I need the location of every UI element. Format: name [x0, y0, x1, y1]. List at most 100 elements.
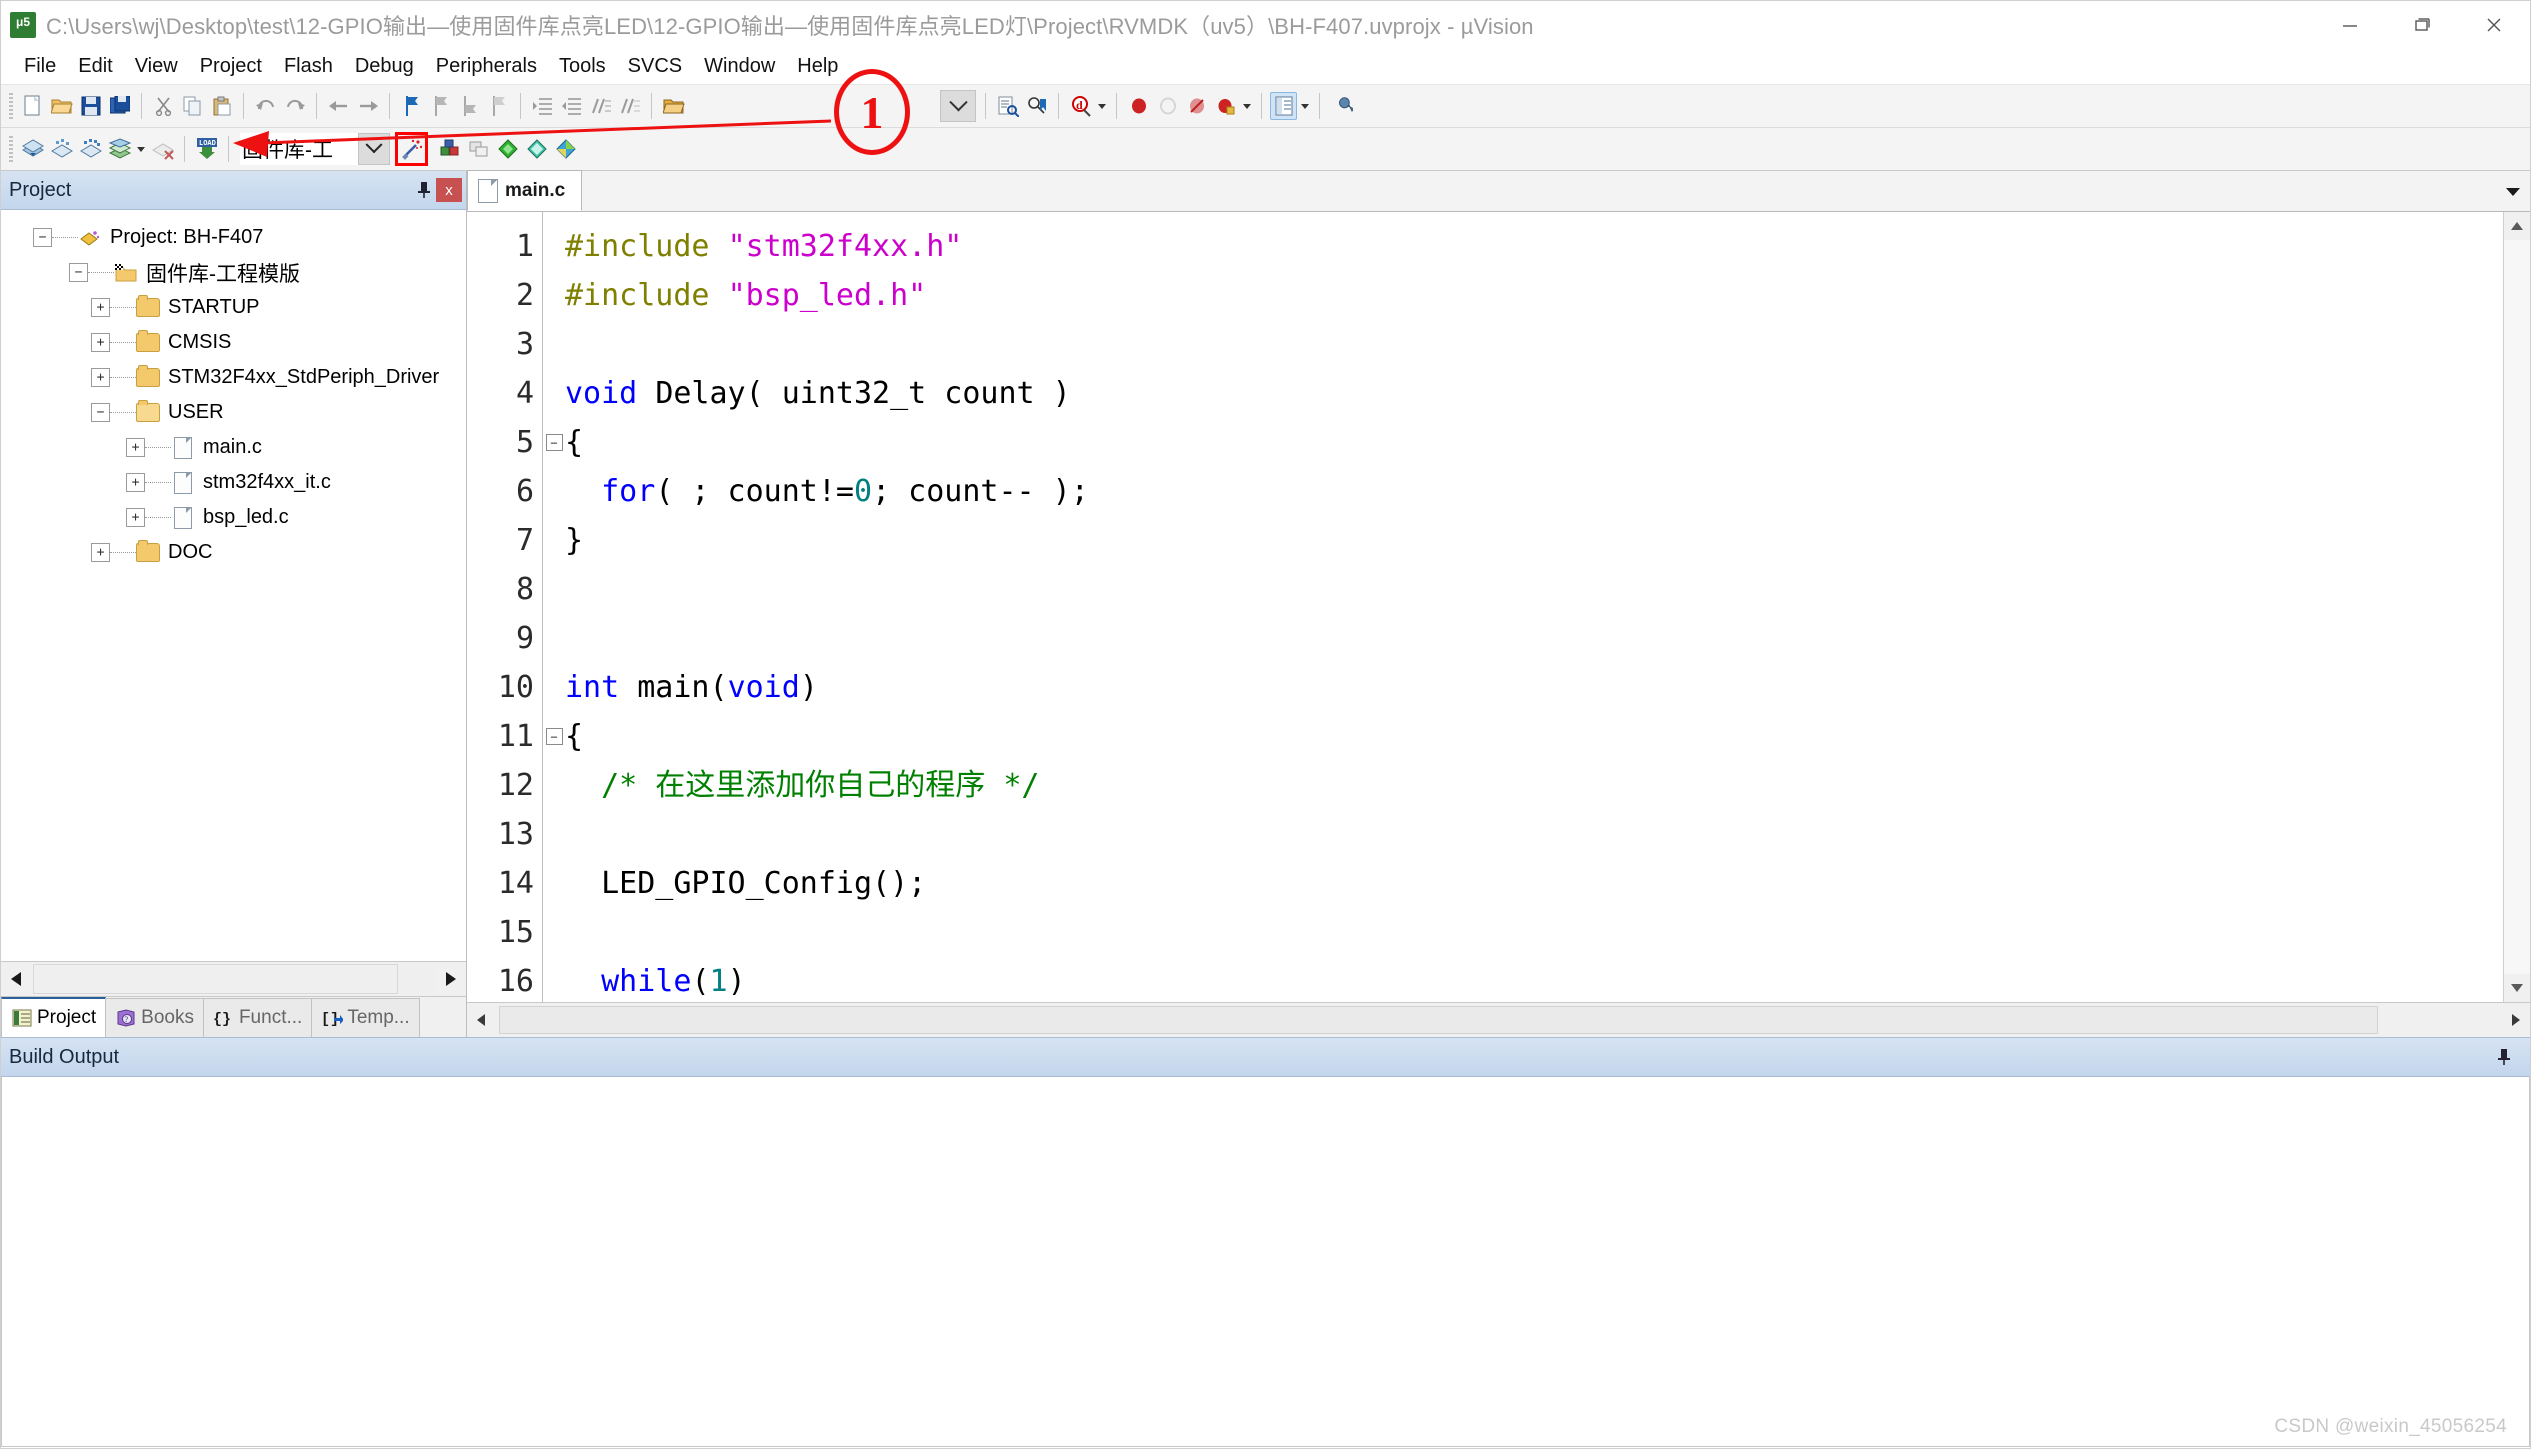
wrench-icon[interactable] [1328, 92, 1355, 120]
folder-open-icon[interactable] [660, 92, 687, 120]
tab-functions[interactable]: {} Funct... [202, 998, 313, 1037]
fold-toggle[interactable]: − [543, 712, 565, 761]
tab-templates[interactable]: [] Temp... [311, 998, 420, 1037]
window-layout-dropdown-icon[interactable] [1298, 92, 1312, 120]
code-line[interactable]: } [565, 516, 2503, 565]
menu-debug[interactable]: Debug [344, 53, 425, 80]
code-line[interactable]: while(1) [565, 957, 2503, 1002]
fold-minus-icon[interactable]: − [545, 434, 563, 451]
outdent-icon[interactable] [558, 92, 585, 120]
comment-icon[interactable] [587, 92, 614, 120]
code-line[interactable]: void Delay( uint32_t count ) [565, 369, 2503, 418]
uncomment-icon[interactable] [616, 92, 643, 120]
build-output-panel[interactable]: CSDN @weixin_45056254 [1, 1077, 2530, 1447]
menu-tools[interactable]: Tools [548, 53, 617, 80]
insert-bookmark-icon[interactable] [1023, 92, 1050, 120]
copy-icon[interactable] [179, 92, 206, 120]
scroll-right-icon[interactable] [434, 963, 466, 995]
code-line[interactable]: { [565, 418, 2503, 467]
tree-item-cmsis[interactable]: + CMSIS [1, 325, 466, 360]
menu-view[interactable]: View [124, 53, 189, 80]
code-text[interactable]: #include "stm32f4xx.h" #include "bsp_led.… [565, 212, 2503, 1002]
menu-flash[interactable]: Flash [273, 53, 344, 80]
scroll-up-icon[interactable] [2504, 212, 2530, 240]
expander-icon[interactable]: + [91, 368, 110, 387]
bookmark-flag-icon[interactable] [398, 92, 425, 120]
tree-item-main-c[interactable]: + main.c [1, 430, 466, 465]
breakpoint-dropdown-icon[interactable] [1240, 92, 1254, 120]
code-scroll-region[interactable]: 1 2 3 4 5 6 7 8 9 10 11 12 13 14 15 16 −… [467, 212, 2503, 1002]
batch-build-dropdown-icon[interactable] [134, 135, 148, 163]
scroll-left-icon[interactable] [467, 1004, 497, 1036]
code-line[interactable]: #include "bsp_led.h" [565, 271, 2503, 320]
code-line[interactable]: for( ; count!=0; count-- ); [565, 467, 2503, 516]
tree-item-target[interactable]: − 固件库-工程模版 [1, 255, 466, 290]
rebuild-icon[interactable] [77, 135, 104, 163]
scroll-track[interactable] [33, 964, 434, 994]
editor-horizontal-scrollbar[interactable] [467, 1002, 2530, 1037]
project-tree[interactable]: − Project: BH-F407 − 固件库-工程模版 + STARTUP … [1, 210, 466, 961]
pack-installer-icon[interactable] [552, 135, 579, 163]
magic-wand-options-icon[interactable] [395, 132, 428, 166]
menu-edit[interactable]: Edit [67, 53, 123, 80]
expander-icon[interactable]: − [69, 263, 88, 282]
tree-item-doc[interactable]: + DOC [1, 535, 466, 570]
undo-arrow-icon[interactable] [252, 92, 279, 120]
tree-item-project[interactable]: − Project: BH-F407 [1, 220, 466, 255]
open-folder-icon[interactable] [48, 92, 75, 120]
editor-vertical-scrollbar[interactable] [2503, 212, 2530, 1002]
close-icon[interactable]: x [436, 178, 462, 202]
target-selector-value[interactable]: 固件库-工 [240, 133, 358, 165]
breakpoint-disable-all-icon[interactable] [1212, 92, 1239, 120]
breakpoint-kill-icon[interactable] [1183, 92, 1210, 120]
tree-item-stm32f4xx-it-c[interactable]: + stm32f4xx_it.c [1, 465, 466, 500]
close-button[interactable] [2458, 1, 2530, 48]
project-components-icon[interactable] [436, 135, 463, 163]
green-diamond-icon[interactable] [494, 135, 521, 163]
expander-icon[interactable]: + [126, 473, 145, 492]
toolbar-grip[interactable] [9, 93, 13, 119]
menu-project[interactable]: Project [189, 53, 273, 80]
scroll-track[interactable] [2504, 240, 2530, 974]
stop-build-icon[interactable] [149, 135, 176, 163]
save-disk-icon[interactable] [77, 92, 104, 120]
translate-icon[interactable] [19, 135, 46, 163]
minimize-button[interactable] [2314, 1, 2386, 48]
expander-icon[interactable]: + [91, 298, 110, 317]
menu-help[interactable]: Help [786, 53, 849, 80]
tab-books[interactable]: ? Books [105, 998, 204, 1037]
batch-build-icon[interactable] [106, 135, 133, 163]
code-line[interactable]: LED_GPIO_Config(); [565, 859, 2503, 908]
find-symbol-dropdown-icon[interactable] [1095, 92, 1109, 120]
menu-window[interactable]: Window [693, 53, 786, 80]
find-combo-dropdown[interactable] [940, 90, 976, 122]
code-line[interactable] [565, 565, 2503, 614]
scroll-thumb[interactable] [33, 964, 398, 994]
find-in-files-icon[interactable] [994, 92, 1021, 120]
expander-icon[interactable]: + [91, 543, 110, 562]
scroll-left-icon[interactable] [1, 963, 33, 995]
code-folding-column[interactable]: − − [542, 212, 565, 1002]
bookmark-prev-icon[interactable] [427, 92, 454, 120]
chevron-down-icon[interactable] [2496, 172, 2530, 211]
tree-item-stdperiph-driver[interactable]: + STM32F4xx_StdPeriph_Driver [1, 360, 466, 395]
scroll-thumb[interactable] [499, 1006, 2378, 1034]
toolbar-grip[interactable] [9, 136, 13, 162]
code-line[interactable]: int main(void) [565, 663, 2503, 712]
code-line[interactable] [565, 614, 2503, 663]
scissors-icon[interactable] [150, 92, 177, 120]
code-line[interactable]: { [565, 712, 2503, 761]
document-tab-main-c[interactable]: main.c [467, 170, 583, 211]
teal-diamond-icon[interactable] [523, 135, 550, 163]
arrow-left-icon[interactable] [325, 92, 352, 120]
window-layout-icon[interactable] [1270, 92, 1297, 120]
menu-svcs[interactable]: SVCS [617, 53, 693, 80]
fold-toggle[interactable]: − [543, 418, 565, 467]
menu-file[interactable]: File [13, 53, 67, 80]
expander-icon[interactable]: − [91, 403, 110, 422]
menu-peripherals[interactable]: Peripherals [425, 53, 548, 80]
target-selector[interactable]: 固件库-工 [240, 133, 390, 165]
expander-icon[interactable]: + [91, 333, 110, 352]
code-editor[interactable]: 1 2 3 4 5 6 7 8 9 10 11 12 13 14 15 16 −… [467, 212, 2530, 1002]
multi-project-icon[interactable] [465, 135, 492, 163]
